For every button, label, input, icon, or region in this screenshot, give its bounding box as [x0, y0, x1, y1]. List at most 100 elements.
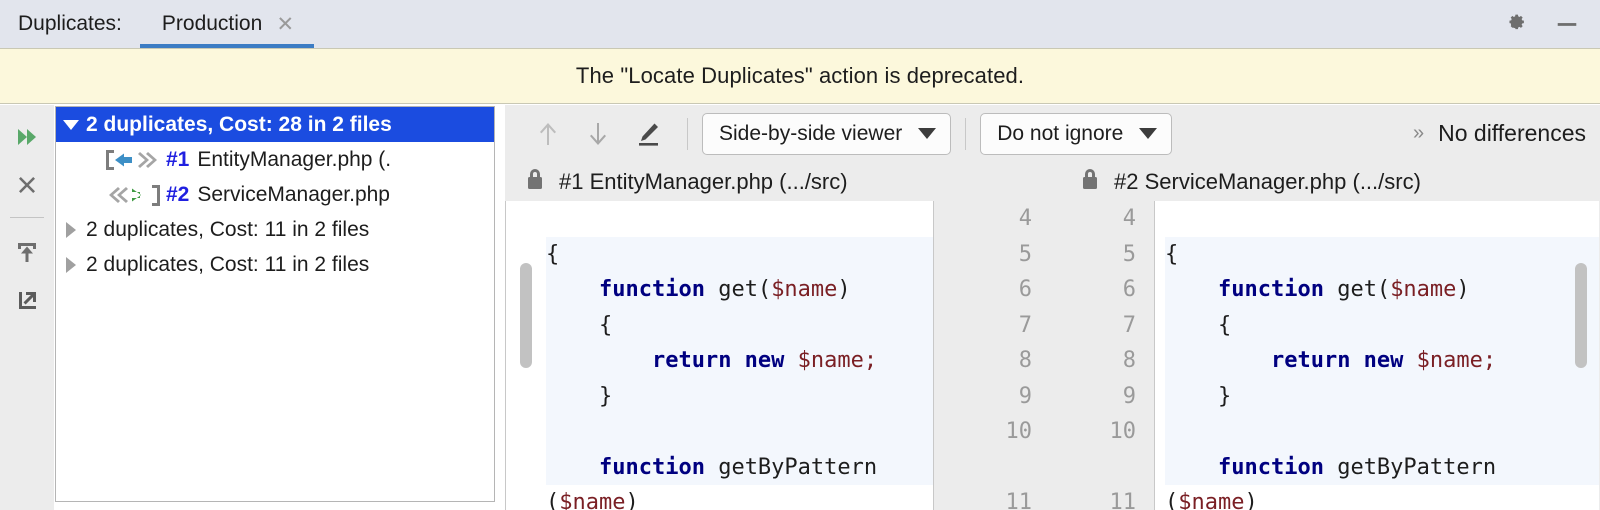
viewer-mode-dropdown[interactable]: Side-by-side viewer	[702, 112, 952, 155]
gutter-left-number: 5	[1018, 241, 1032, 267]
gutter-right-number: 9	[1122, 383, 1136, 409]
gutter-right-number: 6	[1122, 277, 1136, 302]
tool-window-body: 2 duplicates, Cost: 28 in 2 files #1 Ent…	[0, 105, 1600, 510]
gutter-row: 55	[934, 237, 1154, 273]
tree-row[interactable]: 2 duplicates, Cost: 28 in 2 files	[56, 107, 494, 142]
deprecation-banner: The "Locate Duplicates" action is deprec…	[0, 48, 1600, 104]
gutter-right-number: 10	[1109, 419, 1137, 444]
arrow-down-icon[interactable]	[573, 114, 623, 154]
code-line: }	[546, 378, 933, 414]
rerun-icon[interactable]	[5, 115, 49, 159]
right-pane-scrollbar[interactable]	[1575, 263, 1587, 368]
gutter-left-number: 11	[1005, 490, 1033, 510]
diff-status-area: » No differences	[1413, 120, 1600, 147]
diff-panes: { function get($name) { return new $name…	[505, 201, 1600, 510]
lock-icon	[525, 167, 545, 197]
code-line: function getByPattern	[546, 449, 933, 485]
deprecation-banner-text: The "Locate Duplicates" action is deprec…	[575, 63, 1025, 88]
chevron-right-icon[interactable]	[56, 256, 86, 273]
code-line: {	[1165, 236, 1599, 272]
gutter-left-number: 10	[1005, 419, 1033, 444]
code-line	[546, 414, 933, 450]
code-line: return new $name;	[546, 343, 933, 379]
gutter-right-number: 5	[1122, 241, 1136, 267]
toolbar-divider	[10, 217, 44, 218]
left-vertical-toolbar	[0, 105, 54, 510]
gutter-left-number	[934, 450, 1046, 486]
chevron-right-icon[interactable]	[56, 221, 86, 238]
tree-row-number: #1	[166, 147, 190, 171]
left-code-text: { function get($name) { return new $name…	[546, 201, 933, 510]
gutter-right-number: 7	[1122, 312, 1136, 338]
left-pane-scrollbar[interactable]	[520, 263, 532, 368]
tool-window-label: Duplicates:	[18, 12, 122, 35]
gutter-row: 10 10	[934, 414, 1154, 450]
code-line: return new $name;	[1165, 343, 1599, 379]
code-line: {	[1165, 307, 1599, 343]
right-file-title: #2 ServiceManager.php (.../src)	[1114, 168, 1421, 194]
tree-row[interactable]: #1 EntityManager.php (.	[56, 142, 494, 177]
gear-icon[interactable]	[1502, 11, 1528, 37]
gutter-right-number	[1046, 450, 1154, 486]
titlebar-spacer	[314, 0, 1502, 48]
arrow-right-green-icon	[100, 182, 166, 208]
gutter-right-number: 4	[1122, 206, 1136, 231]
ignore-mode-value: Do not ignore	[997, 121, 1124, 145]
code-line: }	[1165, 378, 1599, 414]
gutter-right-number: 11	[1109, 490, 1137, 510]
diff-toolbar: Side-by-side viewer Do not ignore » No d…	[505, 105, 1600, 162]
tree-row[interactable]: 2 duplicates, Cost: 11 in 2 files	[56, 247, 494, 282]
double-chevron-right-icon[interactable]: »	[1413, 122, 1424, 145]
left-file-header: #1 EntityManager.php (.../src)	[505, 162, 1060, 201]
ignore-mode-dropdown[interactable]: Do not ignore	[980, 112, 1173, 155]
gutter-row: 44	[934, 201, 1154, 237]
diff-file-headers: #1 EntityManager.php (.../src) #2 Servic…	[505, 162, 1600, 201]
code-line: function get($name)	[546, 272, 933, 308]
arrow-up-icon[interactable]	[523, 114, 573, 154]
gutter-row: 77	[934, 308, 1154, 344]
gutter-left-number: 4	[1018, 206, 1032, 231]
tree-row-label: 2 duplicates, Cost: 11 in 2 files	[86, 252, 370, 276]
tree-row-label: ServiceManager.php	[197, 182, 390, 206]
tree-row[interactable]: #2 ServiceManager.php	[56, 177, 494, 212]
open-external-icon[interactable]	[5, 278, 49, 322]
close-icon[interactable]: ✕	[276, 14, 294, 35]
lock-icon	[1080, 167, 1100, 197]
toolbar-divider	[687, 117, 688, 150]
duplicates-tool-window: Duplicates: Production ✕ The "Locate Dup…	[0, 0, 1600, 510]
toolbar-divider	[965, 117, 967, 150]
chevron-down-icon	[1139, 128, 1158, 139]
code-line: function getByPattern	[1165, 449, 1599, 485]
code-line: {	[546, 307, 933, 343]
arrow-left-blue-icon	[100, 147, 166, 173]
close-icon[interactable]	[5, 163, 49, 207]
gutter-row: 99	[934, 379, 1154, 415]
right-file-header: #2 ServiceManager.php (.../src)	[1060, 162, 1600, 201]
pencil-icon[interactable]	[623, 114, 673, 154]
left-code-content: { function get($name) { return new $name…	[546, 201, 933, 510]
code-line: ($name)	[1165, 490, 1258, 510]
duplicates-tree[interactable]: 2 duplicates, Cost: 28 in 2 files #1 Ent…	[55, 106, 495, 502]
code-line: ($name)	[546, 490, 639, 510]
export-up-icon[interactable]	[5, 230, 49, 274]
titlebar-actions	[1502, 0, 1600, 48]
tree-row[interactable]: 2 duplicates, Cost: 11 in 2 files	[56, 212, 494, 247]
right-code-pane[interactable]: { function get($name) { return new $name…	[1155, 201, 1599, 510]
code-line	[1165, 414, 1599, 450]
gutter-left-number: 8	[1018, 348, 1032, 373]
left-code-pane[interactable]: { function get($name) { return new $name…	[505, 201, 933, 510]
right-code-text: { function get($name) { return new $name…	[1165, 201, 1599, 510]
gutter-numbers: 44 55 66 77 88 99 10 10 11 11	[934, 201, 1154, 510]
chevron-down-icon[interactable]	[56, 119, 86, 130]
viewer-mode-value: Side-by-side viewer	[719, 121, 903, 145]
tab-production-label: Production	[161, 12, 263, 35]
diff-viewer: Side-by-side viewer Do not ignore » No d…	[505, 105, 1600, 510]
gutter-row: 66	[934, 272, 1154, 308]
tab-production[interactable]: Production ✕	[139, 0, 315, 48]
diff-status-text: No differences	[1438, 120, 1586, 146]
tree-row-label: 2 duplicates, Cost: 28 in 2 files	[86, 112, 392, 136]
gutter-left-number: 9	[1018, 383, 1032, 409]
minimize-icon[interactable]	[1554, 11, 1580, 37]
gutter-left-number: 6	[1018, 277, 1032, 302]
tool-window-titlebar: Duplicates: Production ✕	[0, 0, 1600, 48]
